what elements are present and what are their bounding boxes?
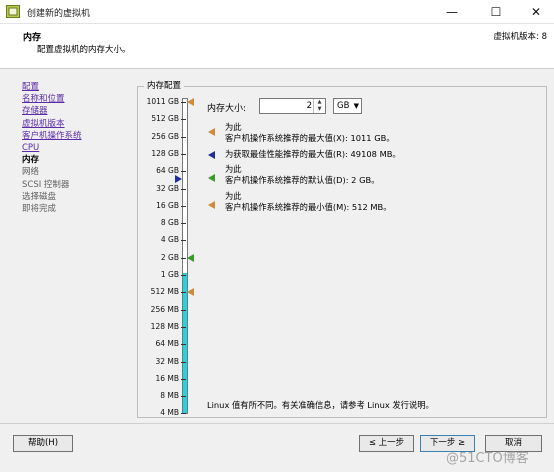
best-performance-marker-icon [208, 151, 215, 159]
scale-tick [181, 257, 186, 259]
step-config[interactable]: 配置 [22, 81, 134, 93]
step-select-disk: 选择磁盘 [22, 191, 57, 202]
scale-label: 1 GB [160, 270, 179, 279]
step-memory: 内存 [22, 155, 40, 166]
scale-label: 512 GB [151, 114, 179, 124]
step-cpu[interactable]: CPU [22, 142, 134, 154]
scale-label: 512 MB [150, 287, 179, 297]
scale-label: 8 GB [160, 218, 179, 228]
scale-tick [181, 136, 186, 138]
scale-tick [181, 326, 186, 328]
max-marker-icon [187, 98, 194, 106]
maximize-button[interactable]: ☐ [476, 0, 516, 24]
legend-best-performance: 为获取最佳性能推荐的最大值(R): 49108 MB。 [225, 149, 401, 159]
window-title: 创建新的虚拟机 [27, 9, 91, 19]
memory-unit-select[interactable]: GB ▼ [333, 98, 362, 114]
spin-up-icon[interactable]: ▲ [314, 99, 325, 106]
linux-note: Linux 值有所不同。有关准确信息，请参考 Linux 发行说明。 [207, 400, 434, 410]
step-guest-os[interactable]: 客户机操作系统 [22, 130, 134, 142]
scale-tick [181, 413, 186, 415]
min-marker-icon [187, 288, 194, 297]
step-vm-version[interactable]: 虚拟机版本 [22, 118, 134, 130]
scale-tick [181, 292, 186, 294]
vm-version-label: 虚拟机版本: 8 [493, 32, 547, 42]
memory-unit-value: GB [337, 101, 350, 111]
memory-size-label: 内存大小: [207, 104, 247, 114]
default-marker-icon [187, 253, 194, 262]
scale-tick [181, 153, 186, 155]
wizard-header: 内存 配置虚拟机的内存大小。 虚拟机版本: 8 [0, 24, 554, 69]
scale-label: 256 GB [151, 131, 179, 141]
scale-label: 256 MB [150, 304, 179, 314]
page-title: 内存 [23, 33, 42, 43]
scale-label: 16 MB [155, 373, 179, 383]
footer-separator [0, 423, 554, 424]
chevron-down-icon: ▼ [353, 102, 359, 110]
scale-tick [181, 188, 186, 190]
scale-tick [181, 223, 186, 225]
scale-label: 64 MB [155, 339, 179, 349]
window-title-bar: 创建新的虚拟机 — ☐ ✕ [0, 0, 554, 24]
scale-label: 8 MB [160, 391, 179, 401]
watermark-logo: @51CTO博客 [446, 451, 529, 466]
scale-label: 128 GB [151, 148, 179, 158]
scale-tick [181, 344, 186, 346]
legend-default-recommended: 为此 客户机操作系统推荐的默认值(D): 2 GB。 [225, 164, 380, 185]
scale-tick [181, 396, 186, 398]
legend-max-recommended: 为此 客户机操作系统推荐的最大值(X): 1011 GB。 [225, 122, 395, 143]
scale-label: 1011 GB [146, 97, 179, 106]
step-ready-complete: 即将完成 [22, 203, 57, 214]
close-button[interactable]: ✕ [516, 0, 554, 24]
scale-tick [181, 171, 186, 173]
scale-tick [181, 361, 186, 363]
wizard-step-list: 配置 名称和位置 存储器 虚拟机版本 客户机操作系统 CPU 内存 网络 SCS… [22, 81, 134, 215]
step-network: 网络 [22, 167, 40, 178]
page-subtitle: 配置虚拟机的内存大小。 [37, 45, 131, 55]
scale-tick [181, 240, 186, 242]
memory-size-input[interactable] [262, 100, 312, 112]
scale-label: 4 GB [160, 235, 179, 245]
scale-label: 128 MB [150, 321, 179, 331]
memory-config-title: 内存配置 [144, 79, 185, 91]
scale-label: 4 MB [160, 408, 179, 418]
scale-label: 32 MB [155, 356, 179, 366]
min-recommended-marker-icon [208, 201, 215, 209]
minimize-button[interactable]: — [432, 0, 472, 24]
scale-tick [181, 102, 186, 103]
memory-spin-buttons[interactable]: ▲ ▼ [313, 99, 325, 113]
scale-label: 2 GB [160, 252, 179, 262]
step-name-location[interactable]: 名称和位置 [22, 93, 134, 105]
scale-tick [181, 205, 186, 207]
help-button[interactable]: 帮助(H) [13, 435, 73, 452]
scale-tick [181, 275, 186, 276]
default-recommended-marker-icon [208, 174, 215, 182]
scale-tick [181, 378, 186, 380]
vm-app-icon [6, 5, 20, 18]
scale-label: 32 GB [156, 183, 179, 193]
scale-tick [181, 309, 186, 311]
spin-down-icon[interactable]: ▼ [314, 106, 325, 113]
legend-min-recommended: 为此 客户机操作系统推荐的最小值(M): 512 MB。 [225, 191, 392, 212]
scale-label: 64 GB [156, 166, 179, 176]
scale-label: 16 GB [156, 200, 179, 210]
memory-size-stepper[interactable]: ▲ ▼ [259, 98, 326, 114]
perf-marker-icon [175, 174, 182, 183]
step-storage[interactable]: 存储器 [22, 105, 134, 117]
scale-tick [181, 119, 186, 121]
step-scsi-controller: SCSI 控制器 [22, 179, 70, 190]
back-button[interactable]: ≤ 上一步 [359, 435, 414, 452]
max-recommended-marker-icon [208, 128, 215, 136]
